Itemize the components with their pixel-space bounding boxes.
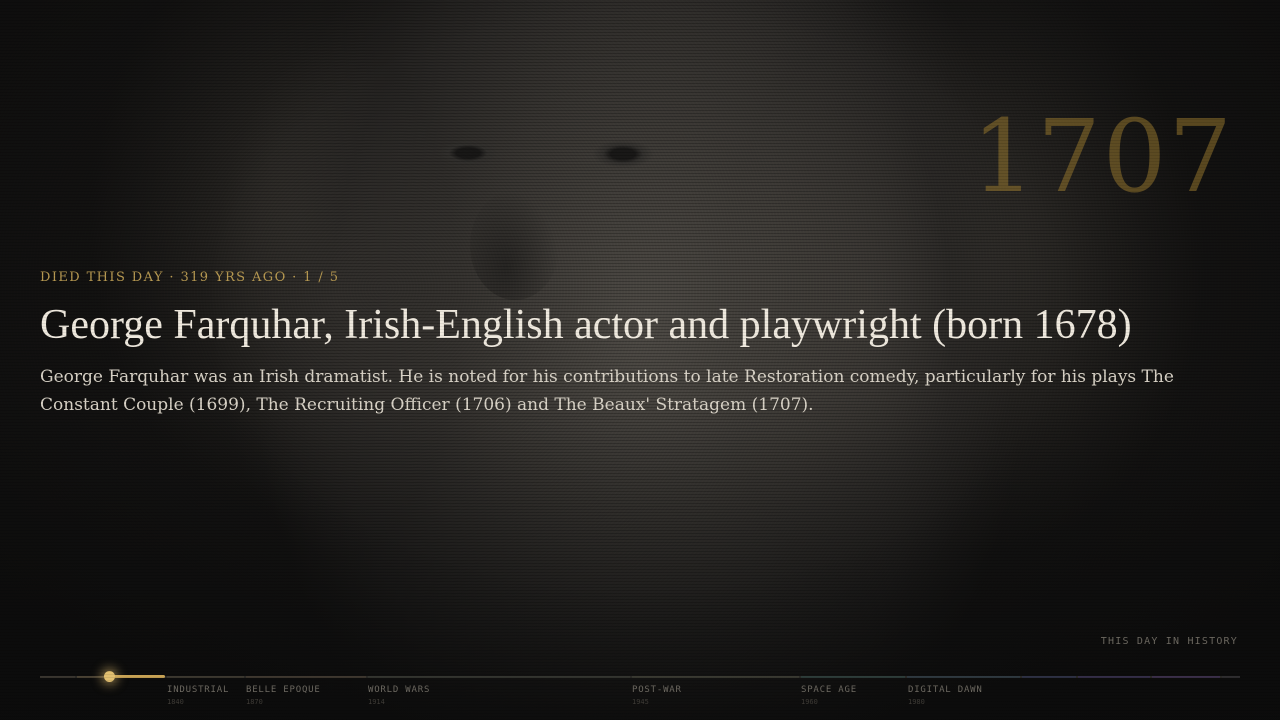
era-year: 1945 [632, 698, 649, 706]
era-digital-dawn[interactable]: DIGITAL DAWN 1980 [908, 685, 983, 706]
era-post-war[interactable]: POST-WAR 1945 [632, 685, 682, 706]
year-watermark: 1707 [971, 98, 1234, 215]
era-year: 1914 [368, 698, 385, 706]
timeline-segment [1152, 676, 1220, 678]
timeline-segment [1078, 676, 1150, 678]
era-name: WORLD WARS [368, 685, 431, 695]
era-name: DIGITAL DAWN [908, 685, 983, 695]
era-year: 1960 [801, 698, 818, 706]
era-name: INDUSTRIAL [167, 685, 230, 695]
timeline-segment [167, 676, 244, 678]
timeline-segment [246, 676, 366, 678]
era-space-age[interactable]: SPACE AGE 1960 [801, 685, 857, 706]
timeline-segment [368, 676, 630, 678]
timeline-segment [801, 676, 905, 678]
event-title: George Farquhar, Irish-English actor and… [40, 302, 1132, 348]
event-card: DIED THIS DAY · 319 YRS AGO · 1 / 5 Geor… [40, 270, 1180, 419]
era-year: 1870 [246, 698, 263, 706]
timeline-segment [1222, 676, 1240, 678]
timeline-segment [632, 676, 799, 678]
timeline-progress [110, 675, 165, 678]
era-world-wars[interactable]: WORLD WARS 1914 [368, 685, 430, 706]
timeline-current-marker[interactable] [104, 671, 115, 682]
timeline-segment [40, 676, 75, 678]
era-industrial[interactable]: INDUSTRIAL 1840 [167, 685, 229, 706]
era-name: SPACE AGE [801, 685, 857, 695]
era-belle-epoque[interactable]: BELLE EPOQUE 1870 [246, 685, 321, 706]
era-name: POST-WAR [632, 685, 682, 695]
era-name: BELLE EPOQUE [246, 685, 321, 695]
timeline-segment [907, 676, 1020, 678]
era-year: 1840 [167, 698, 184, 706]
section-label: THIS DAY IN HISTORY [1100, 636, 1238, 647]
era-year: 1980 [908, 698, 925, 706]
event-eyebrow: DIED THIS DAY · 319 YRS AGO · 1 / 5 [40, 270, 340, 285]
event-description: George Farquhar was an Irish dramatist. … [40, 367, 1174, 416]
era-timeline[interactable]: INDUSTRIAL 1840 BELLE EPOQUE 1870 WORLD … [40, 668, 1240, 708]
timeline-segment [1022, 676, 1076, 678]
